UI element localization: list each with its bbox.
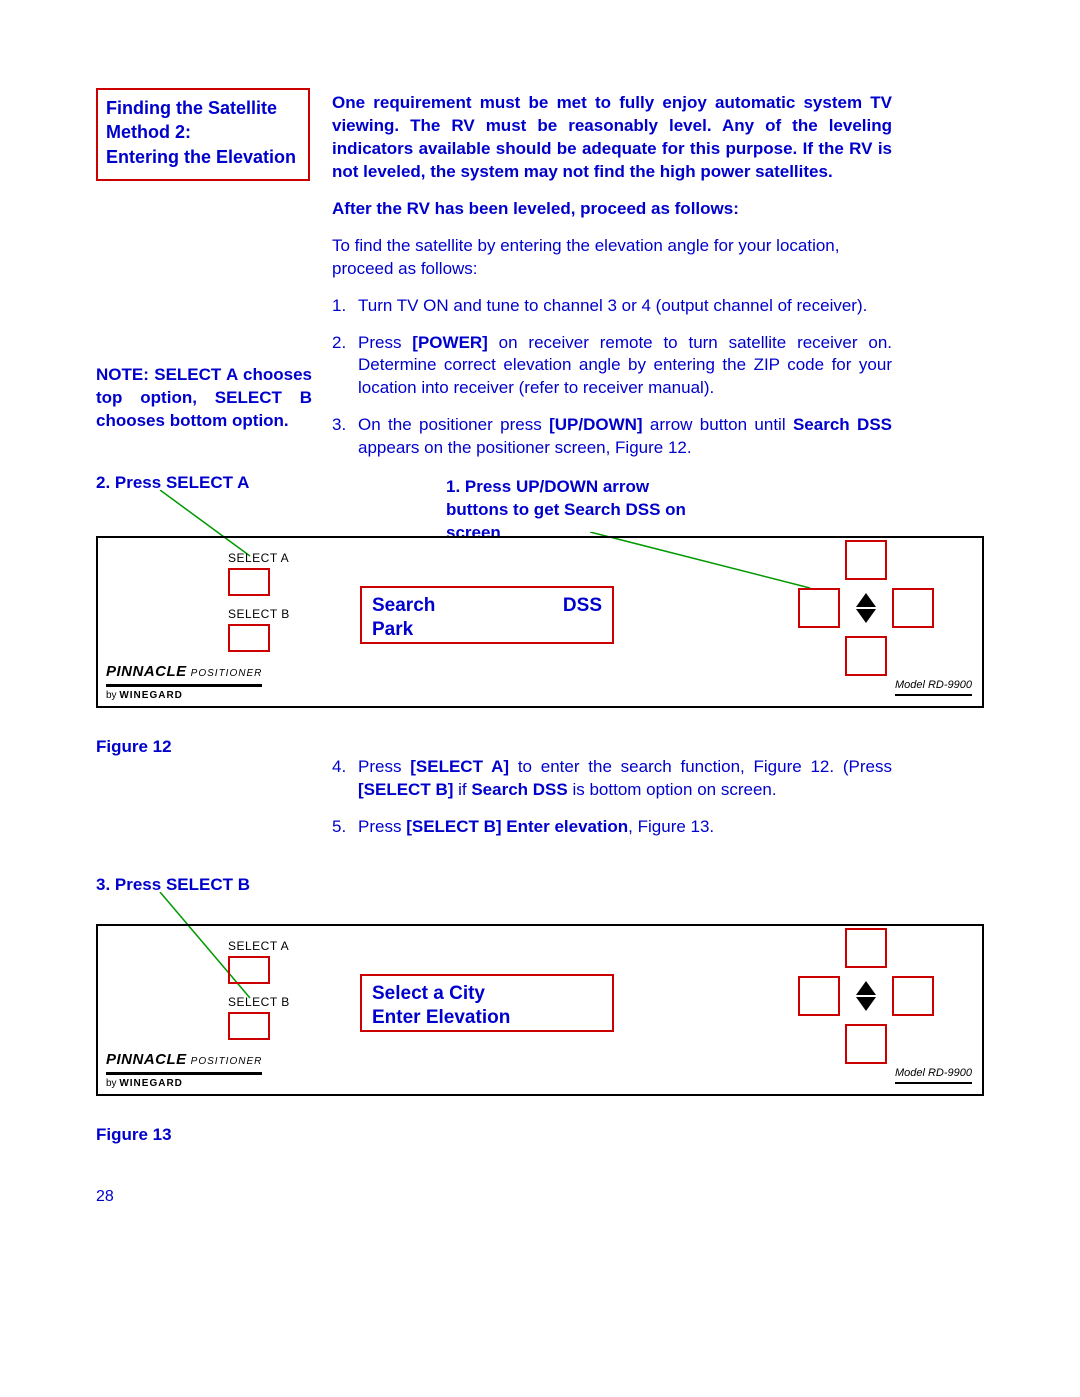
- callout-select-a: 2. Press SELECT A: [96, 472, 249, 495]
- dpad-left-button[interactable]: [798, 588, 840, 628]
- dpad-2: [776, 928, 956, 1088]
- section-title-box: Finding the Satellite Method 2: Entering…: [96, 88, 310, 181]
- dpad-down-button[interactable]: [845, 636, 887, 676]
- positioner-figure-12: SELECT A SELECT B Search DSS Park PINNACL…: [96, 536, 984, 708]
- device-model-2: Model RD-9900: [895, 1066, 972, 1084]
- screen-top-right: DSS: [563, 594, 602, 618]
- callout-select-b: 3. Press SELECT B: [96, 874, 250, 897]
- dpad: [776, 540, 956, 700]
- select-buttons-2: SELECT A SELECT B: [228, 938, 290, 1050]
- intro-column: One requirement must be met to fully enj…: [332, 92, 892, 474]
- dpad-right-button[interactable]: [892, 588, 934, 628]
- intro-p1: One requirement must be met to fully enj…: [332, 92, 892, 184]
- select-a-label-2: SELECT A: [228, 938, 290, 954]
- intro-p2: After the RV has been leveled, proceed a…: [332, 198, 892, 221]
- select-b-label: SELECT B: [228, 606, 290, 622]
- device-brand-block-2: PINNACLEPOSITIONER by WINEGARD: [106, 1050, 262, 1090]
- lead-para: To find the satellite by entering the el…: [332, 235, 892, 281]
- title-line3: Entering the Elevation: [106, 145, 300, 169]
- step-3: 3. On the positioner press [UP/DOWN] arr…: [332, 414, 892, 460]
- screen2-line2: Enter Elevation: [372, 1006, 602, 1030]
- select-a-label: SELECT A: [228, 550, 290, 566]
- positioner-screen-2: Select a City Enter Elevation: [360, 974, 614, 1032]
- screen2-line1: Select a City: [372, 982, 602, 1006]
- select-a-button[interactable]: [228, 568, 270, 596]
- positioner-screen: Search DSS Park: [360, 586, 614, 644]
- select-b-button-2[interactable]: [228, 1012, 270, 1040]
- screen-top-left: Search: [372, 595, 435, 616]
- figure-13-label: Figure 13: [96, 1124, 172, 1147]
- select-b-button[interactable]: [228, 624, 270, 652]
- callout-updown: 1. Press UP/DOWN arrow buttons to get Se…: [446, 476, 694, 545]
- step-5: 5. Press [SELECT B] Enter elevation, Fig…: [332, 816, 892, 839]
- steps-4-5: 4. Press [SELECT A] to enter the search …: [332, 756, 892, 853]
- page-number: 28: [96, 1186, 114, 1208]
- figure-12-label: Figure 12: [96, 736, 172, 759]
- dpad-down-button-2[interactable]: [845, 1024, 887, 1064]
- positioner-figure-13: SELECT A SELECT B Select a City Enter El…: [96, 924, 984, 1096]
- screen-bottom: Park: [372, 618, 602, 642]
- device-model: Model RD-9900: [895, 678, 972, 696]
- dpad-up-button[interactable]: [845, 540, 887, 580]
- title-line2: Method 2:: [106, 120, 300, 144]
- step-1: 1.Turn TV ON and tune to channel 3 or 4 …: [332, 295, 892, 318]
- title-line1: Finding the Satellite: [106, 96, 300, 120]
- dpad-right-button-2[interactable]: [892, 976, 934, 1016]
- select-buttons: SELECT A SELECT B: [228, 550, 290, 662]
- step-2: 2. Press [POWER] on receiver remote to t…: [332, 332, 892, 401]
- dpad-up-button-2[interactable]: [845, 928, 887, 968]
- select-b-label-2: SELECT B: [228, 994, 290, 1010]
- dpad-center-icon: [845, 588, 887, 628]
- dpad-center-icon-2: [845, 976, 887, 1016]
- select-a-button-2[interactable]: [228, 956, 270, 984]
- note-select: NOTE: SELECT A chooses top option, SELEC…: [96, 364, 312, 433]
- dpad-left-button-2[interactable]: [798, 976, 840, 1016]
- steps-list: 1.Turn TV ON and tune to channel 3 or 4 …: [332, 295, 892, 461]
- step-4: 4. Press [SELECT A] to enter the search …: [332, 756, 892, 802]
- device-brand-block: PINNACLEPOSITIONER by WINEGARD: [106, 662, 262, 702]
